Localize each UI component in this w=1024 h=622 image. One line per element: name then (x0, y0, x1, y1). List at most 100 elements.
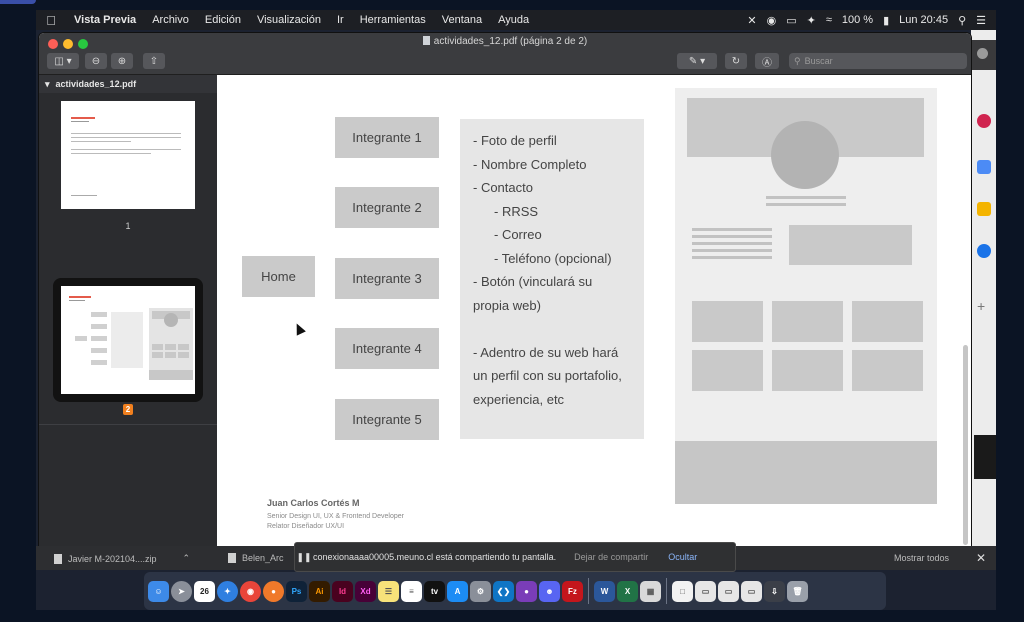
appstore-icon[interactable]: A (447, 580, 468, 602)
screenshot-icon[interactable]: ▭ (695, 580, 716, 602)
document-icon[interactable]: □ (672, 580, 693, 602)
filezilla-icon[interactable]: Fz (562, 580, 583, 602)
zoom-in-button[interactable]: ⊕ (111, 53, 133, 69)
github-icon[interactable]: ● (516, 580, 537, 602)
sidebar-header[interactable]: ▾ actividades_12.pdf (39, 75, 217, 93)
apple-icon[interactable]:  (36, 13, 66, 28)
menu-app-name[interactable]: Vista Previa (66, 14, 144, 26)
menu-edicion[interactable]: Edición (197, 14, 249, 26)
trash-icon[interactable]: 🗑 (787, 580, 808, 602)
illustrator-icon[interactable]: Ai (309, 580, 330, 602)
info-line: propia web) (473, 297, 541, 313)
info-line: - Botón (vinculará su (473, 274, 593, 289)
spotlight-icon[interactable]: ⚲ (958, 14, 966, 27)
menu-herramientas[interactable]: Herramientas (352, 14, 434, 26)
safari-icon[interactable]: ✦ (217, 580, 238, 602)
xd-icon[interactable]: Xd (355, 580, 376, 602)
word-icon[interactable]: W (594, 580, 615, 602)
info-line: - Foto de perfil (473, 133, 557, 148)
battery-percent[interactable]: 100 % (842, 14, 873, 26)
vpn-icon[interactable]: ✦ (807, 14, 816, 27)
download-item-1[interactable]: Javier M-202104....zip ⌃ (54, 553, 190, 564)
indesign-icon[interactable]: Id (332, 580, 353, 602)
preview-window: actividades_12.pdf (página 2 de 2) ◫ ▾ ⊖… (38, 32, 972, 554)
info-line: - Teléfono (opcional) (494, 250, 612, 266)
calendar-app-icon (977, 160, 991, 174)
share-message: conexionaaaa00005.meuno.cl está comparti… (313, 552, 557, 562)
download-item-2[interactable]: Belen_Arc (228, 553, 284, 563)
window-icon[interactable]: ▭ (718, 580, 739, 602)
requirements-panel: - Foto de perfil - Nombre Completo - Con… (460, 119, 644, 439)
menu-archivo[interactable]: Archivo (144, 14, 197, 26)
author-role-2: Relator Diseñador UX/UI (267, 523, 345, 530)
wireframe-avatar (771, 121, 839, 189)
pdf-page-view[interactable]: Home Integrante 1 Integrante 2 Integrant… (217, 75, 971, 553)
reminders-icon[interactable]: ≡ (401, 580, 422, 602)
search-icon: ⚲ (794, 55, 801, 66)
menu-ayuda[interactable]: Ayuda (490, 14, 537, 26)
pdf-document-icon (422, 36, 430, 45)
download-item-2-name: Belen_Arc (242, 553, 284, 563)
member-box-5: Integrante 5 (335, 399, 439, 440)
background-app-window: + (971, 30, 996, 550)
screen-share-banner: ❚❚ conexionaaaa00005.meuno.cl está compa… (294, 542, 736, 572)
author-role-1: Senior Design UI, UX & Frontend Develope… (267, 513, 404, 520)
bluetooth-off-icon[interactable]: ✕ (747, 14, 756, 27)
wireframe-gallery-item (772, 350, 843, 391)
zoom-out-button[interactable]: ⊖ (85, 53, 107, 69)
window-title: actividades_12.pdf (página 2 de 2) (433, 36, 588, 47)
close-icon (977, 48, 988, 59)
discord-icon[interactable]: ☻ (539, 580, 560, 602)
hide-banner-button[interactable]: Ocultar (668, 552, 697, 562)
notes-icon[interactable]: ☰ (378, 580, 399, 602)
info-line-blank (473, 317, 644, 341)
tasks-app-icon (977, 244, 991, 258)
markup-pen-button[interactable]: ✎ ▾ (677, 53, 717, 69)
disclosure-triangle-icon[interactable]: ▾ (45, 79, 50, 90)
folder-icon[interactable]: ▭ (741, 580, 762, 602)
dock-separator (588, 578, 589, 604)
annotate-button[interactable]: Ⓐ (755, 53, 779, 69)
search-placeholder: Buscar (804, 56, 833, 66)
page-thumbnail-1[interactable] (61, 101, 195, 209)
photoshop-icon[interactable]: Ps (286, 580, 307, 602)
search-field[interactable]: ⚲ Buscar (789, 53, 967, 69)
sidebar-toggle-button[interactable]: ◫ ▾ (47, 53, 79, 69)
vscode-icon[interactable]: ❮❯ (493, 580, 514, 602)
downloads-icon[interactable]: ⇩ (764, 580, 785, 602)
clock[interactable]: Lun 20:45 (899, 14, 948, 26)
info-line: - Adentro de su web hará (473, 344, 619, 360)
pause-icon: ❚❚ (296, 551, 312, 562)
download-item-1-name: Javier M-202104....zip (68, 553, 157, 564)
info-line: experiencia, etc (473, 391, 565, 407)
launchpad-icon[interactable]: ➤ (171, 580, 192, 602)
chrome-icon[interactable]: ◉ (240, 580, 261, 602)
sidebar-divider (39, 424, 217, 425)
system-preferences-icon[interactable]: ⚙ (470, 580, 491, 602)
show-all-downloads-button[interactable]: Mostrar todos (894, 553, 949, 563)
share-button[interactable]: ⇧ (143, 53, 165, 69)
rotate-button[interactable]: ↻ (725, 53, 747, 69)
dark-panel (974, 435, 996, 479)
stop-sharing-button[interactable]: Dejar de compartir (574, 552, 648, 562)
chevron-up-icon[interactable]: ⌃ (183, 553, 191, 564)
menu-ventana[interactable]: Ventana (434, 14, 490, 26)
battery-icon[interactable]: ▮ (883, 14, 889, 27)
firefox-icon[interactable]: ● (263, 580, 284, 602)
appletv-icon[interactable]: tv (424, 580, 445, 602)
menu-visualizacion[interactable]: Visualización (249, 14, 329, 26)
info-line: un perfil con su portafolio, (473, 368, 622, 383)
vertical-scrollbar[interactable] (963, 345, 968, 545)
wifi-icon[interactable]: ≈ (826, 14, 832, 26)
control-center-icon[interactable]: ☰ (976, 14, 986, 27)
creative-cloud-icon[interactable]: ◉ (767, 14, 777, 27)
preview-icon[interactable]: ▦ (640, 580, 661, 602)
airplay-icon[interactable]: ▭ (786, 14, 796, 27)
page-thumbnail-2-selected[interactable] (53, 278, 203, 402)
menu-ir[interactable]: Ir (329, 14, 352, 26)
excel-icon[interactable]: X (617, 580, 638, 602)
page-thumbnail-2[interactable] (61, 286, 195, 394)
calendar-icon[interactable]: 26 (194, 580, 215, 602)
finder-icon[interactable]: ☺ (148, 580, 169, 602)
close-downloads-icon[interactable]: ✕ (976, 551, 986, 565)
